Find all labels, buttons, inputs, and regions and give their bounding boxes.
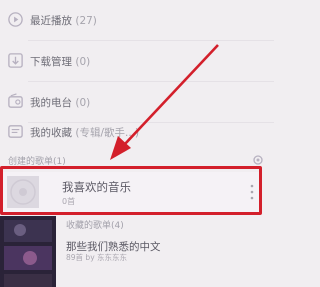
menu-item-downloads[interactable]: 下载管理 (0) xyxy=(0,41,274,81)
download-icon xyxy=(8,53,23,68)
menu-item-label: 下载管理 xyxy=(30,56,72,68)
radio-icon xyxy=(8,93,23,108)
menu-item-count: (0) xyxy=(75,56,91,68)
collection-icon xyxy=(8,125,23,138)
menu-item-label: 我的收藏 xyxy=(30,127,72,139)
play-circle-icon xyxy=(8,12,23,27)
gear-icon[interactable] xyxy=(252,154,264,166)
list-item[interactable]: 那些我们熟悉的中文 89首 by 东东东东 xyxy=(0,236,274,262)
recommend-subtitle: 89首 by 东东东东 xyxy=(66,253,128,262)
menu-item-count: (专辑/歌手...) xyxy=(75,127,140,139)
list-item[interactable] xyxy=(0,264,274,287)
collected-playlists-header[interactable]: 收藏的歌单(4) xyxy=(0,216,274,234)
section-label: 收藏的歌单(4) xyxy=(66,221,124,231)
menu-item-favorites[interactable]: 我的收藏 (专辑/歌手...) xyxy=(0,112,274,152)
menu-item-count: (27) xyxy=(75,15,97,27)
menu-item-count: (0) xyxy=(75,97,91,109)
menu-item-recent[interactable]: 最近播放 (27) xyxy=(0,0,274,40)
menu-item-label: 最近播放 xyxy=(30,15,72,27)
menu-item-label: 我的电台 xyxy=(30,97,72,109)
highlight-box xyxy=(0,166,262,215)
